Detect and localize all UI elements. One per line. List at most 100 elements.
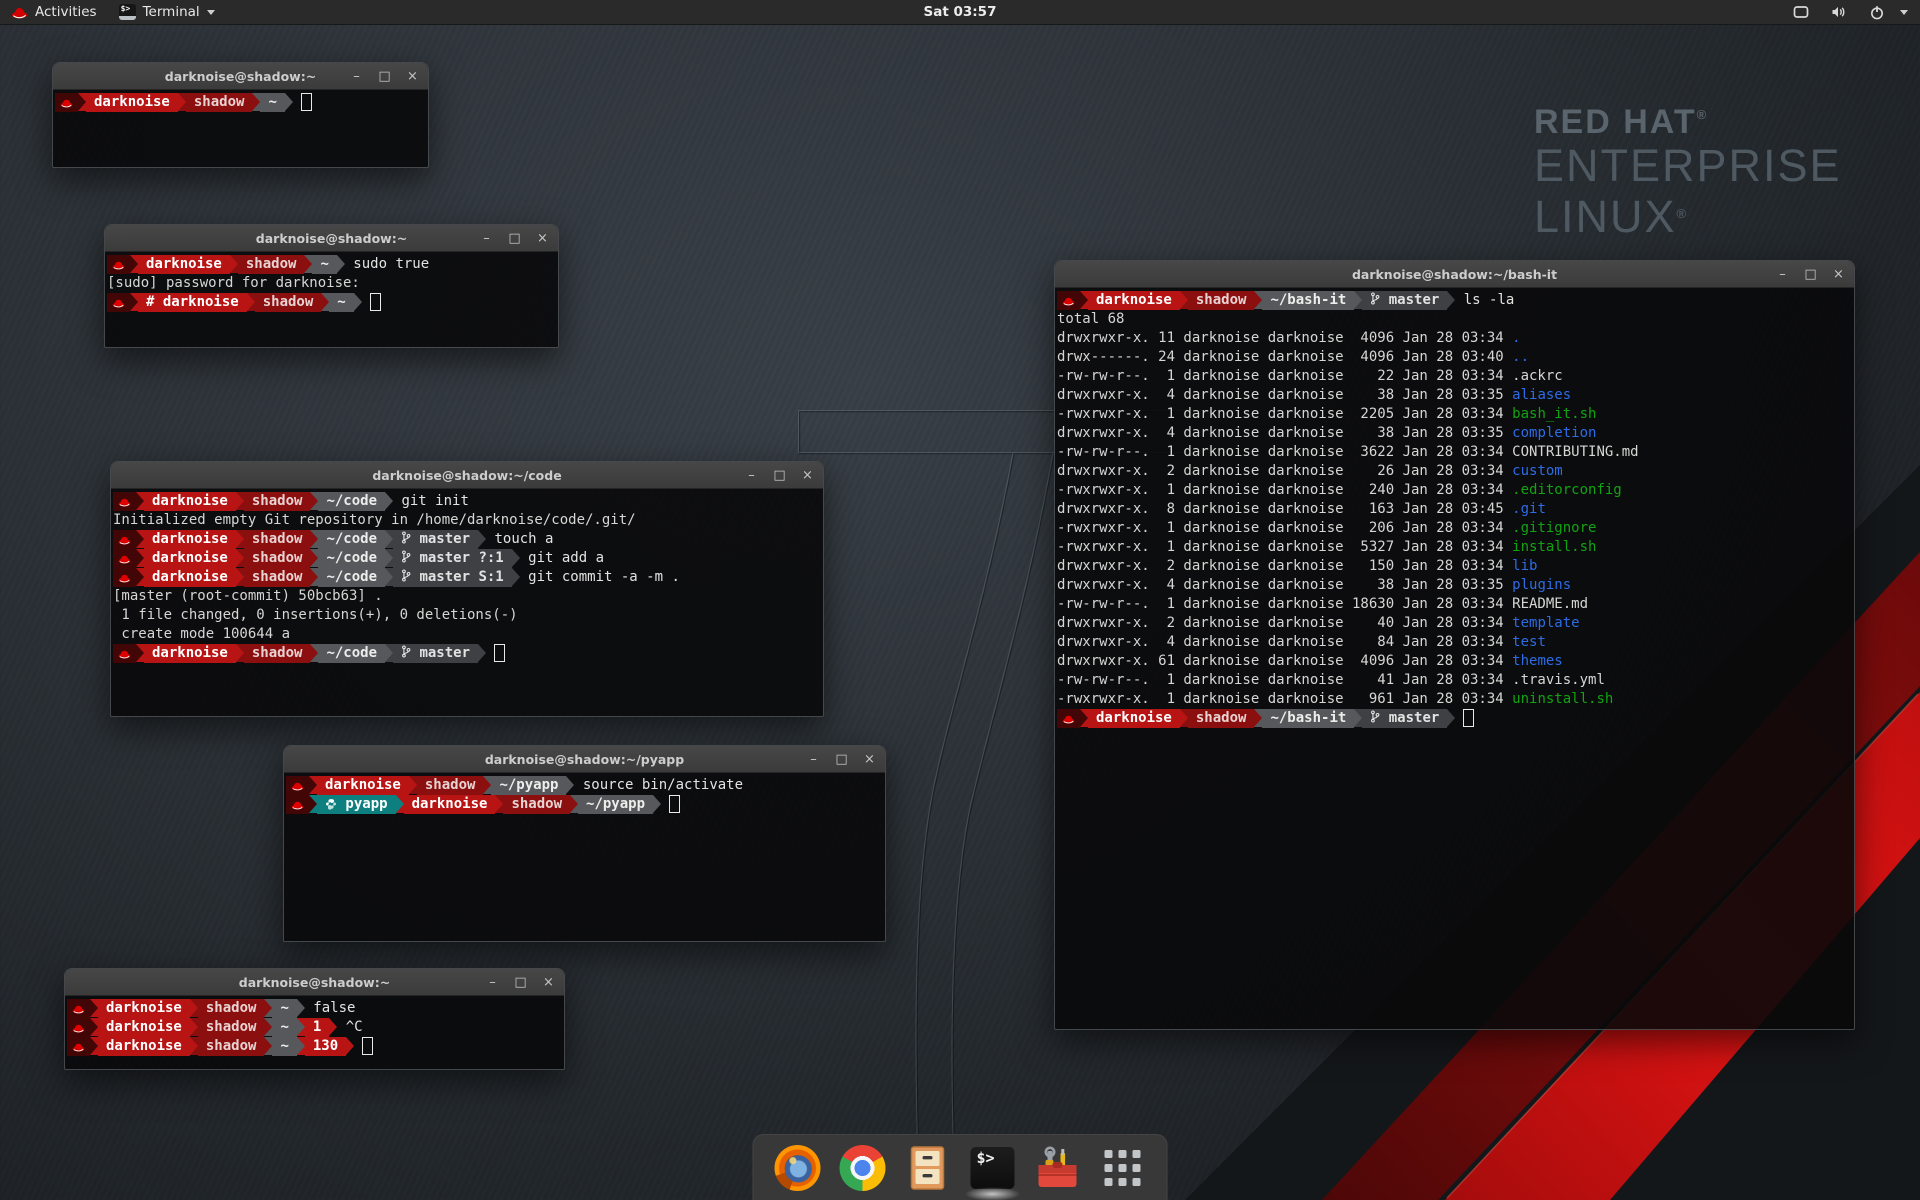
prompt-segment-icon — [113, 568, 136, 587]
close-button[interactable]: × — [1832, 268, 1845, 281]
terminal-content[interactable]: darknoiseshadow~ sudo true[sudo] passwor… — [105, 252, 558, 315]
output-text: drwxrwxr-x. 2 darknoise darknoise 150 Ja… — [1057, 558, 1512, 574]
prompt-segment-path: ~/code — [318, 549, 385, 568]
powerline-separator — [136, 568, 144, 586]
maximize-button[interactable]: □ — [773, 469, 786, 482]
chrome-icon — [840, 1145, 886, 1191]
output-text: -rw-rw-r--. 1 darknoise darknoise 18630 … — [1057, 596, 1588, 612]
dock-item-firefox[interactable] — [774, 1144, 822, 1192]
close-button[interactable]: × — [406, 70, 419, 83]
activities-button[interactable]: Activities — [0, 0, 108, 24]
window-title: darknoise@shadow:~ — [256, 231, 407, 246]
prompt-segment-path: ~/code — [318, 492, 385, 511]
powerline-separator — [512, 568, 520, 586]
dock-item-app-grid[interactable] — [1099, 1144, 1147, 1192]
dock-item-chrome[interactable] — [839, 1144, 887, 1192]
dock-item-files[interactable] — [904, 1144, 952, 1192]
app-menu-label: Terminal — [143, 4, 200, 20]
redhat-fedora-icon — [291, 781, 304, 791]
terminal-content[interactable]: darknoiseshadow~/bash-it master ls -lato… — [1055, 288, 1854, 731]
redhat-fedora-icon — [291, 800, 304, 810]
title-bar[interactable]: darknoise@shadow:~ – □ × — [105, 225, 558, 252]
output-text: drwxrwxr-x. 61 darknoise darknoise 4096 … — [1057, 653, 1512, 669]
registered-mark: ® — [1697, 107, 1709, 122]
terminal-content[interactable]: darknoiseshadow~ — [53, 90, 428, 115]
output-line: drwxrwxr-x. 2 darknoise darknoise 26 Jan… — [1057, 462, 1852, 481]
powerline-separator — [285, 93, 293, 111]
prompt-segment-host: shadow — [198, 1037, 265, 1056]
powerline-separator — [653, 795, 661, 813]
powerline-separator — [1080, 709, 1088, 727]
dock: $> — [753, 1134, 1168, 1200]
prompt-segment-host: shadow — [244, 549, 311, 568]
output-line: drwxrwxr-x. 61 darknoise darknoise 4096 … — [1057, 652, 1852, 671]
maximize-button[interactable]: □ — [835, 753, 848, 766]
title-bar[interactable]: darknoise@shadow:~ – □ × — [65, 969, 564, 996]
maximize-button[interactable]: □ — [508, 232, 521, 245]
prompt-segment-host: shadow — [244, 530, 311, 549]
status-area[interactable] — [1784, 0, 1920, 24]
output-text: drwxrwxr-x. 4 darknoise darknoise 38 Jan… — [1057, 577, 1512, 593]
powerline-separator — [1180, 709, 1188, 727]
powerline-separator — [136, 530, 144, 548]
prompt-line: darknoiseshadow~/code git init — [113, 492, 821, 511]
prompt-line: darknoiseshadow~130 — [67, 1037, 562, 1056]
output-line: drwxrwxr-x. 4 darknoise darknoise 38 Jan… — [1057, 576, 1852, 595]
terminal-cursor — [669, 795, 680, 813]
output-line: 1 file changed, 0 insertions(+), 0 delet… — [113, 606, 821, 625]
prompt-line: darknoiseshadow~/code master ?:1 git add… — [113, 549, 821, 568]
minimize-button[interactable]: – — [1776, 268, 1789, 281]
minimize-button[interactable]: – — [480, 232, 493, 245]
filename: lib — [1512, 558, 1537, 574]
output-text: 1 file changed, 0 insertions(+), 0 delet… — [113, 607, 518, 623]
powerline-separator — [190, 1037, 198, 1055]
minimize-button[interactable]: – — [745, 469, 758, 482]
filename: . — [1512, 330, 1520, 346]
title-bar[interactable]: darknoise@shadow:~/code –□× — [111, 462, 823, 489]
powerline-separator — [310, 530, 318, 548]
toolbox-icon — [1035, 1145, 1081, 1191]
powerline-separator — [385, 530, 393, 548]
minimize-button[interactable]: – — [486, 976, 499, 989]
terminal-content[interactable]: darknoiseshadow~/code git initInitialize… — [111, 489, 823, 666]
terminal-content[interactable]: darknoiseshadow~ falsedarknoiseshadow~1 … — [65, 996, 564, 1059]
powerline-separator — [236, 644, 244, 662]
prompt-line: darknoiseshadow~ — [55, 93, 426, 112]
maximize-button[interactable]: □ — [378, 70, 391, 83]
dock-item-toolbox[interactable] — [1034, 1144, 1082, 1192]
rhel-wordmark: RED HAT® ENTERPRISE LINUX® — [1534, 104, 1842, 243]
title-bar[interactable]: darknoise@shadow:~/bash-it –□× — [1055, 261, 1854, 288]
minimize-button[interactable]: – — [807, 753, 820, 766]
minimize-button[interactable]: – — [350, 70, 363, 83]
title-bar[interactable]: darknoise@shadow:~/pyapp –□× — [284, 746, 885, 773]
redhat-fedora-icon — [118, 554, 131, 564]
output-line: drwxrwxr-x. 2 darknoise darknoise 40 Jan… — [1057, 614, 1852, 633]
python-icon — [325, 798, 337, 810]
terminal-content[interactable]: darknoiseshadow~/pyapp source bin/activa… — [284, 773, 885, 817]
close-button[interactable]: × — [536, 232, 549, 245]
maximize-button[interactable]: □ — [514, 976, 527, 989]
output-line: drwx------. 24 darknoise darknoise 4096 … — [1057, 348, 1852, 367]
prompt-segment-host: shadow — [244, 568, 311, 587]
output-line: -rw-rw-r--. 1 darknoise darknoise 41 Jan… — [1057, 671, 1852, 690]
close-button[interactable]: × — [801, 469, 814, 482]
powerline-separator — [247, 293, 255, 311]
clock[interactable]: Sat 03:57 — [924, 4, 997, 20]
app-menu-terminal[interactable]: $> Terminal — [108, 0, 226, 24]
powerline-separator — [1180, 291, 1188, 309]
title-bar[interactable]: darknoise@shadow:~ –□× — [53, 63, 428, 90]
powerline-separator — [483, 776, 491, 794]
close-button[interactable]: × — [542, 976, 555, 989]
window-title: darknoise@shadow:~ — [239, 975, 390, 990]
redhat-fedora-icon — [72, 1023, 85, 1033]
powerline-separator — [178, 93, 186, 111]
prompt-segment-host: shadow — [198, 999, 265, 1018]
powerline-separator — [190, 1018, 198, 1036]
dock-item-terminal[interactable]: $> — [969, 1144, 1017, 1192]
output-line: -rwxrwxr-x. 1 darknoise darknoise 5327 J… — [1057, 538, 1852, 557]
app-grid-icon — [1105, 1150, 1141, 1186]
filename: themes — [1512, 653, 1563, 669]
maximize-button[interactable]: □ — [1804, 268, 1817, 281]
powerline-separator — [385, 644, 393, 662]
close-button[interactable]: × — [863, 753, 876, 766]
